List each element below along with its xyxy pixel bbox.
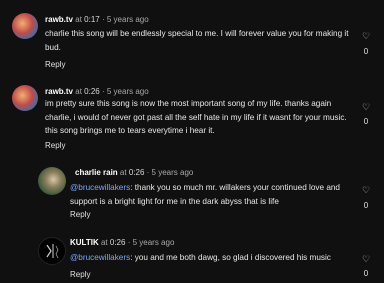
posted-ago: 5 years ago	[132, 238, 175, 247]
comment-text: @brucewillakers: you and me both dawg, s…	[70, 251, 355, 265]
username[interactable]: rawb.tv	[45, 87, 73, 96]
separator: ·	[127, 238, 131, 247]
mention-link[interactable]: @brucewillakers	[70, 183, 130, 192]
heart-outline-icon[interactable]: ♡	[361, 31, 371, 41]
comment-meta: KULTIK at 0:26 · 5 years ago	[70, 238, 174, 247]
reply-button[interactable]: Reply	[45, 141, 65, 150]
comment-meta: charlie rain at 0:26 · 5 years ago	[75, 168, 193, 177]
comment: rawb.tv at 0:26 · 5 years ago im pretty …	[0, 75, 384, 160]
reply-comment: KULTIK at 0:26 · 5 years ago @brucewilla…	[0, 230, 384, 283]
comment-text: charlie this song will be endlessly spec…	[45, 27, 350, 54]
comment-text: @brucewillakers: thank you so much mr. w…	[70, 181, 352, 208]
kultik-logo-icon	[46, 244, 59, 259]
like-count: 0	[363, 269, 369, 278]
timestamp-link[interactable]: 0:26	[110, 238, 126, 247]
username[interactable]: KULTIK	[70, 238, 99, 247]
at-label: at	[100, 238, 108, 247]
posted-ago: 5 years ago	[106, 15, 149, 24]
avatar[interactable]	[12, 13, 38, 39]
username[interactable]: rawb.tv	[45, 15, 73, 24]
like-count: 0	[363, 201, 369, 210]
heart-outline-icon[interactable]: ♡	[361, 254, 371, 264]
avatar[interactable]	[38, 167, 66, 195]
separator: ·	[101, 15, 105, 24]
comment-meta: rawb.tv at 0:17 · 5 years ago	[45, 15, 149, 24]
timestamp-link[interactable]: 0:26	[129, 168, 145, 177]
like-count: 0	[363, 117, 369, 126]
comment-meta: rawb.tv at 0:26 · 5 years ago	[45, 87, 149, 96]
reply-button[interactable]: Reply	[70, 270, 90, 279]
at-label: at	[75, 87, 82, 96]
comment-text-body: im pretty sure this song is now the most…	[45, 99, 347, 135]
separator: ·	[146, 168, 150, 177]
posted-ago: 5 years ago	[151, 168, 194, 177]
avatar[interactable]	[12, 85, 38, 111]
comment: rawb.tv at 0:17 · 5 years ago charlie th…	[0, 0, 384, 75]
separator: ·	[101, 87, 105, 96]
at-label: at	[119, 168, 127, 177]
heart-outline-icon[interactable]: ♡	[361, 102, 371, 112]
comment-text-body: charlie this song will be endlessly spec…	[45, 29, 349, 52]
reply-comment: charlie rain at 0:26 · 5 years ago @bruc…	[0, 160, 384, 230]
comment-text-body: : you and me both dawg, so glad i discov…	[130, 253, 331, 262]
mention-link[interactable]: @brucewillakers	[70, 253, 130, 262]
like-count: 0	[363, 47, 369, 56]
reply-button[interactable]: Reply	[45, 60, 65, 69]
timestamp-link[interactable]: 0:17	[84, 15, 100, 24]
comment-text: im pretty sure this song is now the most…	[45, 97, 355, 138]
reply-button[interactable]: Reply	[70, 210, 90, 219]
at-label: at	[75, 15, 82, 24]
username[interactable]: charlie rain	[75, 168, 118, 177]
timestamp-link[interactable]: 0:26	[84, 87, 100, 96]
heart-outline-icon[interactable]: ♡	[361, 185, 371, 195]
posted-ago: 5 years ago	[106, 87, 149, 96]
avatar[interactable]	[38, 237, 66, 265]
